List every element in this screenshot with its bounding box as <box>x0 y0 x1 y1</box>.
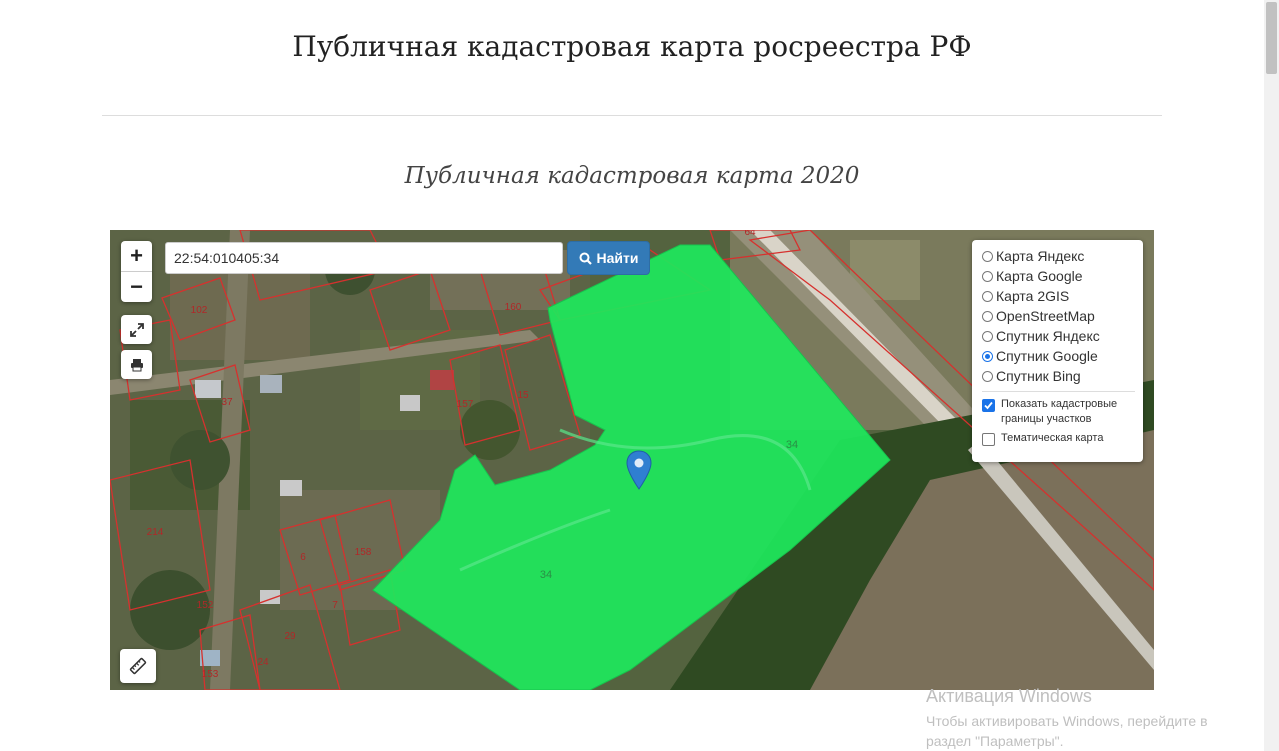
parcel-label: 15 <box>517 390 529 401</box>
thematic-label: Тематическая карта <box>1001 432 1104 444</box>
windows-activation-title: Активация Windows <box>926 686 1092 706</box>
thematic-checkbox[interactable] <box>982 433 995 446</box>
zoom-control: + − <box>121 241 152 302</box>
map-subtitle: Публичная кадастровая карта 2020 <box>404 163 860 189</box>
check-icon <box>984 401 993 410</box>
parcel-label: 160 <box>505 302 522 313</box>
parcel-label: 153 <box>202 669 219 680</box>
layer-option[interactable]: Спутник Bing <box>982 366 1135 386</box>
cadastral-number-input[interactable] <box>165 242 563 274</box>
parcel-label: 152 <box>197 600 214 611</box>
scrollbar-thumb[interactable] <box>1266 2 1277 74</box>
layer-switcher: Карта Яндекс Карта Google Карта 2GIS Ope… <box>972 240 1143 462</box>
windows-activation-text: Чтобы активировать Windows, перейдите в … <box>926 713 1208 749</box>
parcel-label: 157 <box>457 399 474 410</box>
fullscreen-button[interactable] <box>121 315 152 344</box>
show-boundaries-label: Показать кадастровые границы участков <box>1001 398 1118 425</box>
show-boundaries-checkbox[interactable] <box>982 399 995 412</box>
layer-option-label: Карта Яндекс <box>996 248 1085 264</box>
layer-divider <box>982 391 1135 392</box>
layer-option-label: OpenStreetMap <box>996 308 1095 324</box>
parcel-label: 24 <box>257 657 269 668</box>
parcel-label: 64 <box>744 230 756 238</box>
parcel-label: 214 <box>147 527 164 538</box>
layer-option[interactable]: Спутник Яндекс <box>982 326 1135 346</box>
radio-button[interactable] <box>982 250 993 262</box>
zoom-in-button[interactable]: + <box>121 241 152 271</box>
parcel-label: 37 <box>221 397 233 408</box>
thematic-option[interactable]: Тематическая карта <box>982 431 1135 446</box>
radio-button[interactable] <box>982 290 993 302</box>
layer-option[interactable]: Спутник Google <box>982 346 1135 366</box>
print-button[interactable] <box>121 350 152 379</box>
location-marker-icon[interactable] <box>626 450 652 495</box>
print-icon <box>130 358 143 371</box>
layer-option[interactable]: OpenStreetMap <box>982 306 1135 326</box>
layer-option-label: Карта 2GIS <box>996 288 1070 304</box>
search-button-label: Найти <box>596 250 639 266</box>
radio-button[interactable] <box>982 330 993 342</box>
layer-option-label: Спутник Яндекс <box>996 328 1100 344</box>
page-title: Публичная кадастровая карта росреестра Р… <box>292 30 972 63</box>
layer-option-label: Карта Google <box>996 268 1083 284</box>
parcel-label: 102 <box>191 305 208 316</box>
parcel-label: 7 <box>332 600 338 611</box>
radio-button[interactable] <box>982 270 993 282</box>
layer-option-label: Спутник Google <box>996 348 1098 364</box>
search-button[interactable]: Найти <box>567 241 650 275</box>
parcel-label: 34 <box>540 569 552 581</box>
parcel-label: 158 <box>355 547 372 558</box>
layer-option-label: Спутник Bing <box>996 368 1081 384</box>
radio-button-selected[interactable] <box>982 350 993 362</box>
layer-option[interactable]: Карта Google <box>982 266 1135 286</box>
fullscreen-icon <box>129 322 144 337</box>
cadastral-map[interactable]: 102 160 37 157 15 214 6 158 152 7 29 24 … <box>110 230 1154 690</box>
parcel-label: 29 <box>284 631 296 642</box>
parcel-label: 6 <box>300 552 306 563</box>
show-boundaries-option[interactable]: Показать кадастровые границы участков <box>982 397 1135 427</box>
zoom-out-button[interactable]: − <box>121 271 152 302</box>
ruler-icon <box>129 657 147 675</box>
header-divider <box>102 115 1162 116</box>
layer-option[interactable]: Карта Яндекс <box>982 246 1135 266</box>
search-icon <box>579 252 592 265</box>
layer-option[interactable]: Карта 2GIS <box>982 286 1135 306</box>
radio-button[interactable] <box>982 310 993 322</box>
page-scrollbar[interactable] <box>1264 0 1279 751</box>
radio-button[interactable] <box>982 370 993 382</box>
measure-button[interactable] <box>120 649 156 683</box>
parcel-label: 34 <box>786 439 798 451</box>
